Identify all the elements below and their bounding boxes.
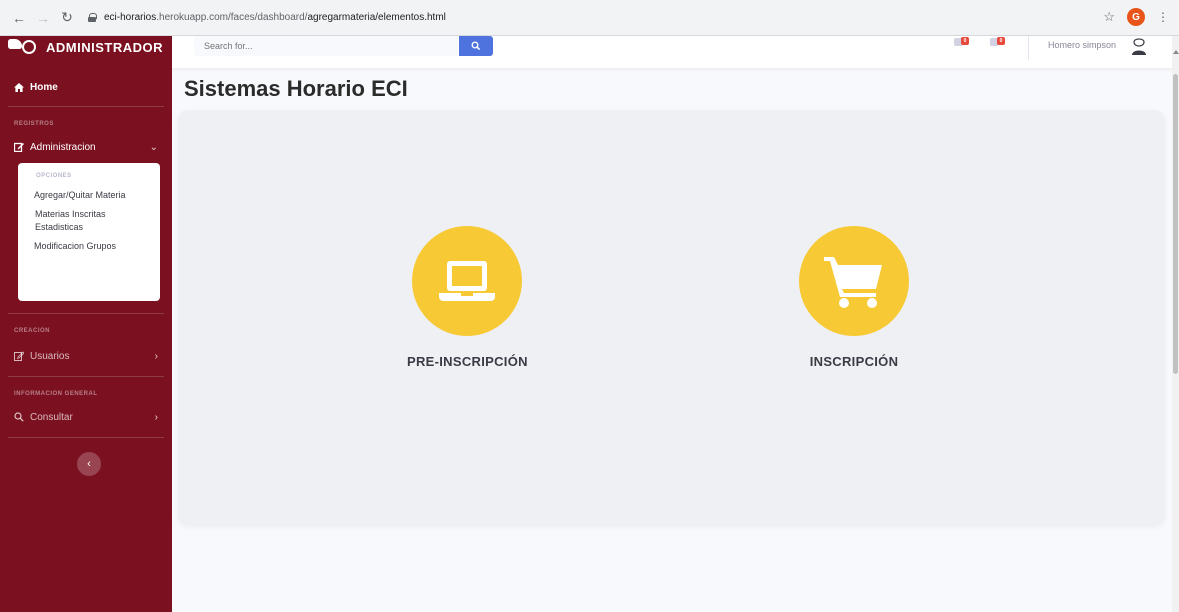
sidebar-divider bbox=[8, 313, 164, 314]
topbar: 0 0 Homero simpson bbox=[172, 36, 1172, 68]
search-button[interactable] bbox=[459, 36, 493, 56]
sidebar-item-consultar[interactable]: Consultar › bbox=[0, 407, 172, 427]
browser-toolbar: ← → ↻ eci-horarios .herokuapp.com/faces/… bbox=[0, 0, 1179, 36]
main-card: PRE-INSCRIPCIÓN INSCRIPCIÓN bbox=[178, 110, 1165, 525]
section-registros: REGISTROS bbox=[14, 121, 54, 127]
sidebar-item-administracion[interactable]: Administracion ⌄ bbox=[0, 137, 172, 157]
search-icon bbox=[14, 412, 24, 422]
brand-title: ADMINISTRADOR bbox=[46, 39, 163, 55]
edit-icon bbox=[14, 351, 24, 361]
sidebar-item-consultar-label: Consultar bbox=[30, 411, 73, 423]
user-avatar-icon[interactable] bbox=[1129, 36, 1149, 56]
submenu-item-agregar-quitar-materia[interactable]: Agregar/Quitar Materia bbox=[18, 189, 160, 202]
section-creacion: CREACION bbox=[14, 328, 51, 334]
option-inscripcion[interactable]: INSCRIPCIÓN bbox=[799, 226, 909, 369]
sidebar-brand[interactable]: ADMINISTRADOR bbox=[0, 36, 172, 58]
laptop-icon bbox=[439, 261, 496, 301]
home-icon bbox=[14, 82, 24, 92]
sidebar-item-administracion-label: Administracion bbox=[30, 141, 96, 153]
sidebar-item-home[interactable]: Home bbox=[0, 68, 172, 106]
back-icon[interactable]: ← bbox=[8, 7, 30, 29]
sidebar-item-home-label: Home bbox=[30, 81, 58, 93]
scroll-thumb[interactable] bbox=[1173, 74, 1178, 374]
messages-envelope[interactable]: 0 bbox=[990, 36, 1010, 50]
chevron-right-icon: › bbox=[154, 350, 158, 362]
lock-icon bbox=[88, 13, 97, 22]
submenu-opciones: OPCIONES Agregar/Quitar Materia Materias… bbox=[18, 163, 160, 301]
reload-icon[interactable]: ↻ bbox=[56, 7, 78, 29]
option-pre-inscripcion[interactable]: PRE-INSCRIPCIÓN bbox=[407, 226, 528, 369]
sidebar-item-usuarios-label: Usuarios bbox=[30, 350, 70, 362]
search-icon bbox=[471, 41, 481, 51]
alerts-bell[interactable]: 0 bbox=[954, 36, 974, 50]
sidebar: ADMINISTRADOR Home REGISTROS Administrac… bbox=[0, 36, 172, 612]
chevron-down-icon: ⌄ bbox=[149, 141, 158, 153]
bookmark-star-icon[interactable]: ☆ bbox=[1103, 9, 1115, 25]
topbar-divider bbox=[1028, 36, 1029, 60]
alerts-badge: 0 bbox=[961, 37, 969, 45]
messages-badge: 0 bbox=[997, 37, 1005, 45]
brand-logo-icon bbox=[8, 39, 38, 55]
address-bar[interactable]: eci-horarios .herokuapp.com/faces/dashbo… bbox=[88, 12, 446, 23]
forward-icon[interactable]: → bbox=[32, 7, 54, 29]
option-circle[interactable] bbox=[799, 226, 909, 336]
option-circle[interactable] bbox=[412, 226, 523, 336]
page-scrollbar[interactable] bbox=[1172, 36, 1179, 612]
url-path: .herokuapp.com/faces/dashboard/ bbox=[156, 12, 308, 23]
submenu-header: OPCIONES bbox=[36, 173, 72, 179]
section-informacion-general: INFORMACION GENERAL bbox=[14, 391, 98, 397]
submenu-item-materias-inscritas[interactable]: Materias Inscritas bbox=[18, 208, 160, 221]
sidebar-item-usuarios[interactable]: Usuarios › bbox=[0, 346, 172, 366]
chevron-right-icon: › bbox=[154, 411, 158, 423]
user-name[interactable]: Homero simpson bbox=[1048, 40, 1116, 50]
option-label: INSCRIPCIÓN bbox=[809, 354, 899, 369]
search-input[interactable] bbox=[194, 36, 458, 56]
edit-icon bbox=[14, 142, 24, 152]
sidebar-divider bbox=[8, 437, 164, 438]
url-tail: agregarmateria/elementos.html bbox=[307, 12, 446, 23]
browser-menu-icon[interactable]: ⋮ bbox=[1157, 10, 1169, 24]
page-title: Sistemas Horario ECI bbox=[184, 76, 408, 101]
sidebar-toggle-button[interactable]: ‹ bbox=[77, 452, 101, 476]
submenu-item-modificacion-grupos[interactable]: Modificacion Grupos bbox=[18, 240, 160, 253]
profile-avatar[interactable]: G bbox=[1127, 8, 1145, 26]
submenu-item-estadisticas[interactable]: Estadisticas bbox=[18, 221, 160, 234]
sidebar-divider bbox=[8, 106, 164, 107]
option-label: PRE-INSCRIPCIÓN bbox=[407, 354, 528, 369]
scroll-up-arrow-icon[interactable] bbox=[1173, 50, 1179, 54]
sidebar-divider bbox=[8, 376, 164, 377]
url-host: eci-horarios bbox=[104, 12, 157, 23]
shopping-cart-icon bbox=[824, 257, 882, 308]
